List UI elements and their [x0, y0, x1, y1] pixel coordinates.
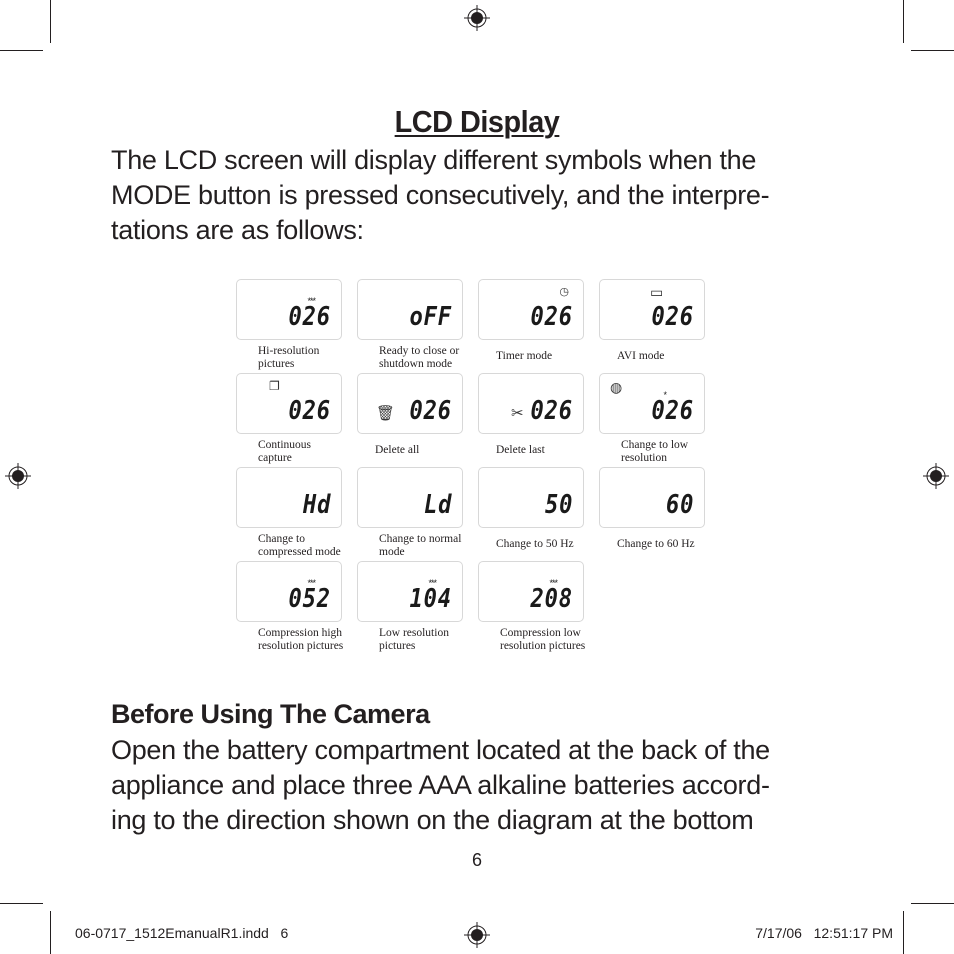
lcd-caption-line: resolution [621, 452, 667, 464]
lcd-caption-line: Change to low [621, 439, 689, 451]
lcd-caption-line: Compression low [500, 627, 581, 639]
registration-mark-icon [464, 5, 490, 31]
video-camera-icon: ▭ [650, 284, 664, 300]
lcd-screen: ◷ 026 [478, 279, 584, 340]
crop-mark [911, 50, 954, 51]
crop-mark [0, 50, 43, 51]
lcd-readout: 60 [665, 490, 694, 520]
section-heading: Before Using The Camera [111, 699, 430, 729]
crop-mark [903, 0, 904, 43]
intro-line: The LCD screen will display different sy… [111, 145, 757, 175]
registration-mark-icon [923, 463, 949, 489]
timer-icon: ◷ [559, 286, 569, 298]
scissors-icon: ✂ [511, 405, 524, 422]
lcd-screen: ◍ * 026 [599, 373, 705, 434]
lcd-screen: 🗑 026 [357, 373, 463, 434]
lcd-readout: Ld [423, 490, 452, 520]
lcd-screen: ❐ 026 [236, 373, 342, 434]
crop-mark [903, 911, 904, 954]
lcd-screen: *** 052 [236, 561, 342, 622]
crop-mark [0, 903, 43, 904]
lcd-caption-line: Change to 60 Hz [617, 538, 695, 550]
registration-mark-icon [5, 463, 31, 489]
trash-can-icon: 🗑 [376, 405, 396, 422]
lcd-screen: Hd [236, 467, 342, 528]
lcd-readout: 026 [409, 396, 452, 426]
intro-line: MODE button is pressed consecutively, an… [111, 180, 770, 210]
lcd-screen: *** 104 [357, 561, 463, 622]
continuous-capture-icon: ❐ [269, 379, 280, 393]
section-line: appliance and place three AAA alkaline b… [111, 770, 770, 800]
page-number: 6 [471, 850, 482, 870]
section-line: Open the battery compartment located at … [111, 735, 770, 765]
lcd-readout: 026 [651, 396, 694, 426]
lcd-readout: 208 [530, 584, 573, 614]
slug-filename: 06-0717_1512EmanualR1.indd 6 [75, 925, 289, 941]
lcd-readout: 50 [544, 490, 573, 520]
lcd-caption: Change to 60 Hz [599, 538, 742, 551]
lcd-readout: 026 [530, 396, 573, 426]
crop-mark [50, 0, 51, 43]
intro-paragraph: The LCD screen will display different sy… [111, 143, 871, 248]
lcd-readout: 026 [530, 302, 573, 332]
lcd-readout: 052 [288, 584, 331, 614]
crop-mark [911, 903, 954, 904]
page-title: LCD Display [394, 104, 560, 139]
lcd-screen: Ld [357, 467, 463, 528]
lcd-screen: *** 026 [236, 279, 342, 340]
lcd-caption-line: resolution pictures [500, 640, 586, 652]
section-line: ing to the direction shown on the diagra… [111, 805, 754, 835]
lcd-screen: *** 208 [478, 561, 584, 622]
section-paragraph: Open the battery compartment located at … [111, 733, 871, 838]
lcd-readout: 104 [409, 584, 452, 614]
lcd-caption: Compression low resolution pictures [478, 627, 625, 653]
lcd-caption: AVI mode [599, 350, 742, 363]
lcd-screen: ▭ 026 [599, 279, 705, 340]
lcd-caption-line: AVI mode [617, 350, 665, 362]
lcd-screen: ✂ 026 [478, 373, 584, 434]
crop-mark [50, 911, 51, 954]
lcd-readout: Hd [302, 490, 331, 520]
lcd-screen: 50 [478, 467, 584, 528]
slug-timestamp: 7/17/06 12:51:17 PM [755, 925, 893, 941]
lcd-readout: 026 [288, 396, 331, 426]
lcd-caption: Change to low resolution [599, 439, 746, 465]
lcd-readout: 026 [288, 302, 331, 332]
lcd-screen: 60 [599, 467, 705, 528]
mode-icon: ◍ [610, 379, 623, 395]
lcd-readout: oFF [409, 302, 452, 332]
lcd-readout: 026 [651, 302, 694, 332]
lcd-screen: oFF [357, 279, 463, 340]
registration-mark-icon [464, 922, 490, 948]
intro-line: tations are as follows: [111, 215, 364, 245]
